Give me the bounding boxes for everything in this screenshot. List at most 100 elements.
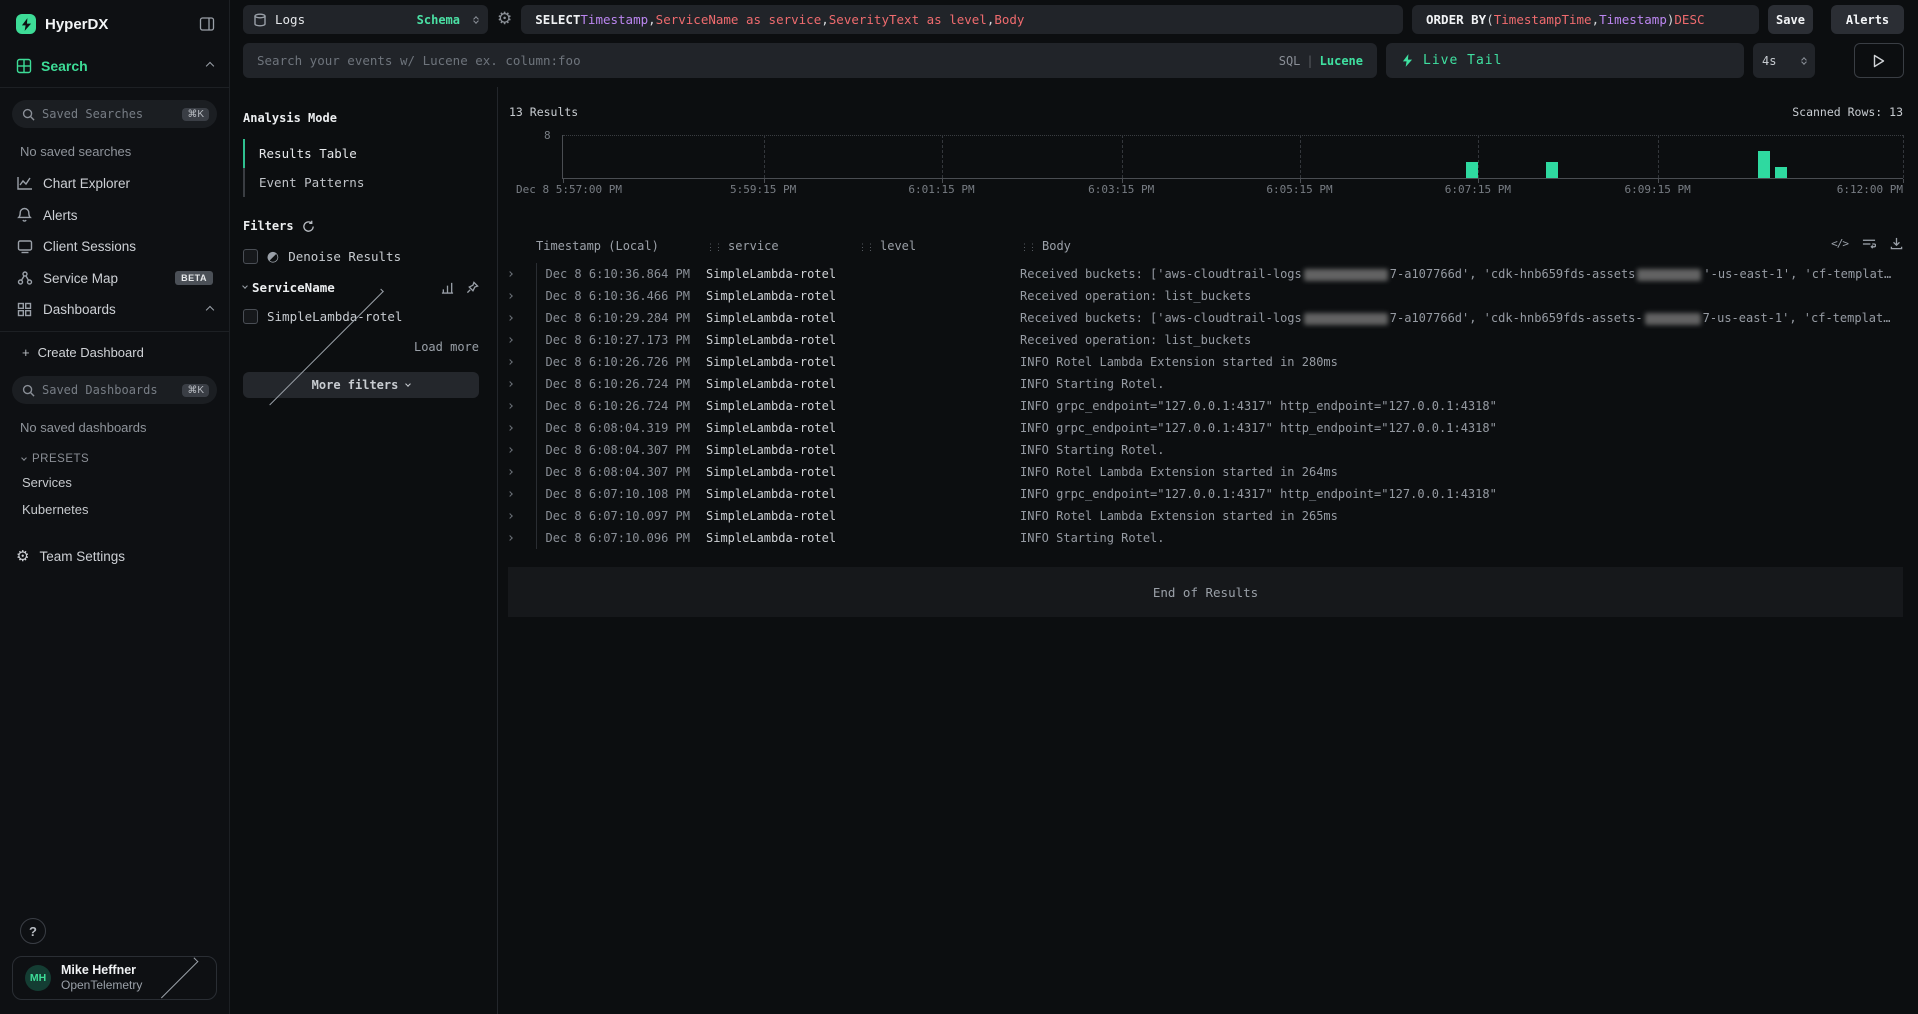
grid-icon: [16, 58, 32, 74]
refresh-icon[interactable]: [302, 220, 315, 233]
cell-service: SimpleLambda-rotel: [706, 395, 858, 417]
expand-row-icon[interactable]: [508, 469, 513, 475]
mode-lucene-toggle[interactable]: Lucene: [1320, 54, 1363, 68]
cell-timestamp: Dec 8 6:10:36.466 PM: [536, 285, 706, 307]
refresh-interval-select[interactable]: 4s: [1753, 43, 1815, 78]
table-row[interactable]: Dec 8 6:10:27.173 PMSimpleLambda-rotelRe…: [508, 329, 1903, 351]
code-view-icon[interactable]: </>: [1831, 237, 1848, 250]
drag-handle-icon[interactable]: ⋮⋮: [706, 243, 722, 253]
saved-searches-input[interactable]: Saved Searches ⌘K: [12, 100, 217, 128]
cell-timestamp: Dec 8 6:07:10.097 PM: [536, 505, 706, 527]
table-row[interactable]: Dec 8 6:10:36.864 PMSimpleLambda-rotelRe…: [508, 263, 1903, 285]
source-selector[interactable]: Logs Schema: [243, 5, 488, 34]
cell-service: SimpleLambda-rotel: [706, 483, 858, 505]
sidebar-item-dashboards[interactable]: Dashboards: [0, 294, 229, 325]
redacted-text: [1637, 269, 1701, 281]
col-header-level[interactable]: ⋮⋮level: [858, 235, 1020, 263]
sql-select-input[interactable]: SELECT Timestamp, ServiceName as service…: [521, 5, 1403, 34]
histogram-bar[interactable]: [1758, 151, 1770, 178]
filters-heading: Filters: [243, 219, 294, 233]
cell-body: INFO Starting Rotel.: [1020, 439, 1903, 461]
lightning-icon: [1402, 53, 1413, 68]
histogram-bar[interactable]: [1775, 167, 1787, 178]
play-button[interactable]: [1854, 43, 1904, 78]
save-button[interactable]: Save: [1768, 5, 1813, 34]
search-input[interactable]: Search your events w/ Lucene ex. column:…: [243, 43, 1377, 78]
sidebar-item-client-sessions[interactable]: Client Sessions: [0, 231, 229, 262]
table-row[interactable]: Dec 8 6:07:10.108 PMSimpleLambda-rotelIN…: [508, 483, 1903, 505]
live-tail-button[interactable]: Live Tail: [1386, 43, 1744, 78]
interval-value: 4s: [1762, 54, 1776, 68]
chevron-up-icon[interactable]: [206, 62, 214, 70]
chevron-down-icon[interactable]: [242, 283, 248, 289]
saved-dashboards-input[interactable]: Saved Dashboards ⌘K: [12, 376, 217, 404]
chevron-up-icon[interactable]: [206, 305, 214, 313]
sidebar-collapse-icon[interactable]: [199, 16, 215, 32]
cell-level: [858, 351, 1020, 373]
cell-service: SimpleLambda-rotel: [706, 307, 858, 329]
presets-toggle[interactable]: PRESETS: [0, 443, 229, 469]
expand-row-icon[interactable]: [508, 513, 513, 519]
sidebar-item-search[interactable]: Search: [0, 46, 229, 88]
col-header-timestamp[interactable]: Timestamp (Local): [536, 235, 706, 263]
bar-chart-icon[interactable]: [441, 281, 454, 294]
expand-row-icon[interactable]: [508, 425, 513, 431]
sidebar-item-kubernetes[interactable]: Kubernetes: [0, 496, 229, 523]
pin-icon[interactable]: [466, 281, 479, 294]
end-of-results: End of Results: [508, 567, 1903, 617]
order-by-input[interactable]: ORDER BY (TimestampTime, Timestamp) DESC: [1412, 5, 1759, 34]
expand-row-icon[interactable]: [508, 315, 513, 321]
download-icon[interactable]: [1890, 237, 1903, 250]
drag-handle-icon[interactable]: ⋮⋮: [1020, 243, 1036, 253]
results-histogram[interactable]: 8 Dec 8 5:57:00 PM5:59:15 PM6:01:15 PM6:…: [538, 135, 1903, 199]
scanned-rows: Scanned Rows: 13: [1792, 105, 1903, 119]
denoise-results-row[interactable]: ◐ Denoise Results: [243, 249, 479, 264]
expand-row-icon[interactable]: [508, 359, 513, 365]
nav-label: Chart Explorer: [43, 176, 130, 191]
alerts-button[interactable]: Alerts: [1831, 5, 1904, 34]
wrap-lines-icon[interactable]: [1862, 238, 1876, 250]
histogram-bar[interactable]: [1546, 162, 1558, 178]
table-row[interactable]: Dec 8 6:10:26.726 PMSimpleLambda-rotelIN…: [508, 351, 1903, 373]
cell-body: INFO Starting Rotel.: [1020, 373, 1903, 395]
table-row[interactable]: Dec 8 6:08:04.307 PMSimpleLambda-rotelIN…: [508, 461, 1903, 483]
load-more-button[interactable]: Load more: [245, 340, 479, 354]
sidebar-item-service-map[interactable]: Service Map BETA: [0, 262, 229, 294]
expand-row-icon[interactable]: [508, 403, 513, 409]
table-row[interactable]: Dec 8 6:10:26.724 PMSimpleLambda-rotelIN…: [508, 395, 1903, 417]
help-button[interactable]: ?: [20, 918, 46, 944]
monitor-icon: [16, 239, 33, 254]
table-row[interactable]: Dec 8 6:10:26.724 PMSimpleLambda-rotelIN…: [508, 373, 1903, 395]
table-row[interactable]: Dec 8 6:10:36.466 PMSimpleLambda-rotelRe…: [508, 285, 1903, 307]
sidebar-item-chart-explorer[interactable]: Chart Explorer: [0, 167, 229, 199]
expand-row-icon[interactable]: [508, 491, 513, 497]
expand-row-icon[interactable]: [508, 381, 513, 387]
user-menu[interactable]: MH Mike Heffner OpenTelemetry: [12, 956, 217, 1000]
source-settings-gear-icon[interactable]: ⚙: [497, 11, 512, 28]
service-checkbox[interactable]: [243, 309, 258, 324]
table-row[interactable]: Dec 8 6:07:10.096 PMSimpleLambda-rotelIN…: [508, 527, 1903, 549]
table-row[interactable]: Dec 8 6:10:29.284 PMSimpleLambda-rotelRe…: [508, 307, 1903, 329]
schema-link[interactable]: Schema: [417, 13, 460, 27]
col-header-service[interactable]: ⋮⋮service: [706, 235, 858, 263]
mode-event-patterns[interactable]: Event Patterns: [243, 168, 479, 197]
sidebar-item-services[interactable]: Services: [0, 469, 229, 496]
mode-sql-toggle[interactable]: SQL: [1279, 54, 1301, 68]
expand-row-icon[interactable]: [508, 293, 513, 299]
expand-row-icon[interactable]: [508, 447, 513, 453]
histogram-bar[interactable]: [1466, 162, 1478, 178]
filter-value-label: SimpleLambda-rotel: [267, 309, 402, 324]
mode-results-table[interactable]: Results Table: [243, 139, 479, 168]
table-row[interactable]: Dec 8 6:08:04.307 PMSimpleLambda-rotelIN…: [508, 439, 1903, 461]
col-header-body[interactable]: ⋮⋮Body: [1020, 235, 1903, 263]
expand-row-icon[interactable]: [508, 535, 513, 541]
denoise-checkbox[interactable]: [243, 249, 258, 264]
table-row[interactable]: Dec 8 6:07:10.097 PMSimpleLambda-rotelIN…: [508, 505, 1903, 527]
drag-handle-icon[interactable]: ⋮⋮: [858, 243, 874, 253]
expand-row-icon[interactable]: [508, 271, 513, 277]
expand-row-icon[interactable]: [508, 337, 513, 343]
sidebar-item-team-settings[interactable]: ⚙ Team Settings: [0, 531, 229, 581]
sidebar-item-alerts[interactable]: Alerts: [0, 199, 229, 231]
table-row[interactable]: Dec 8 6:08:04.319 PMSimpleLambda-rotelIN…: [508, 417, 1903, 439]
create-dashboard-button[interactable]: + Create Dashboard: [0, 332, 229, 364]
